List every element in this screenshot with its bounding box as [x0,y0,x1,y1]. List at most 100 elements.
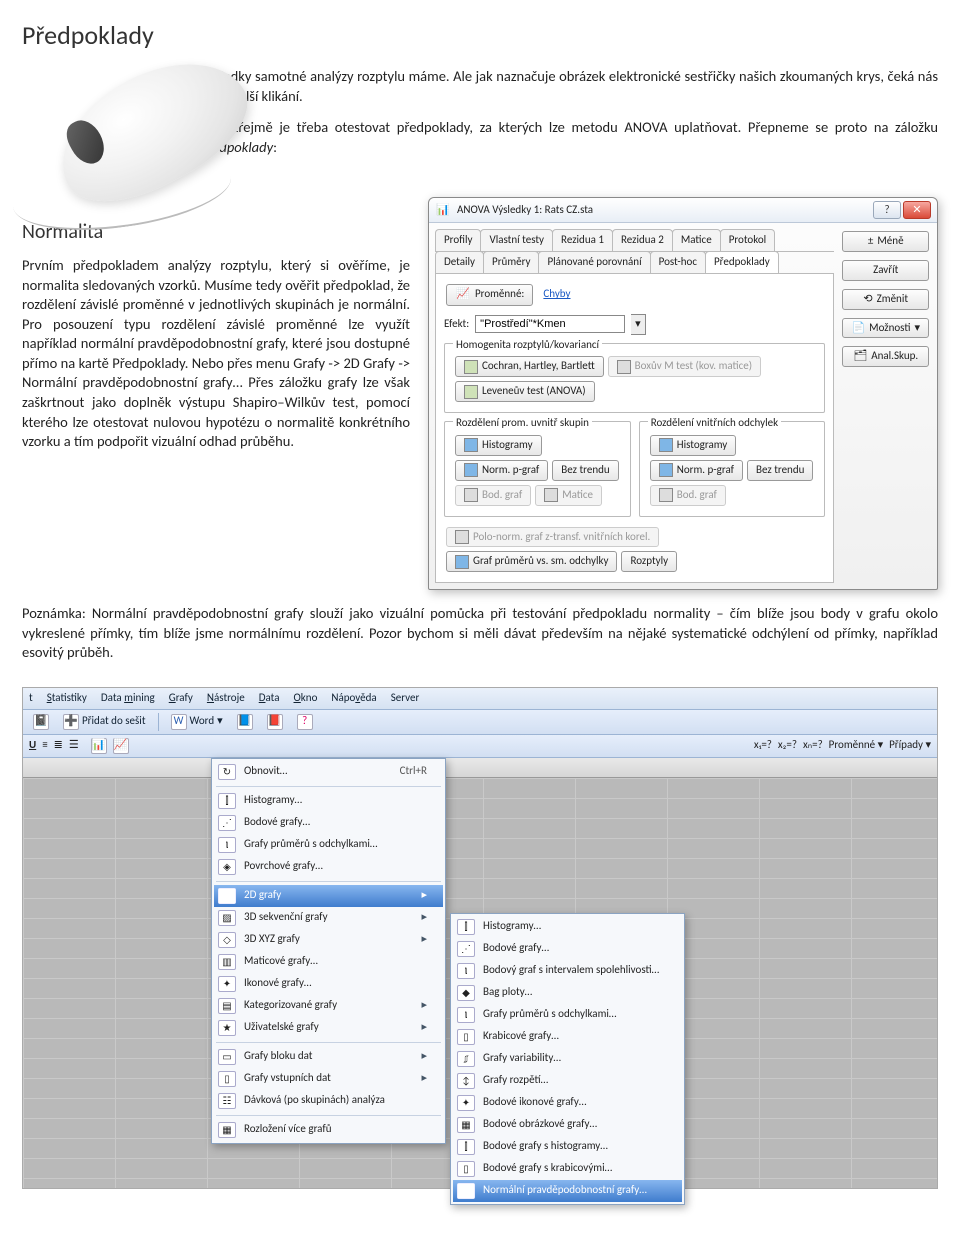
tool-chart1[interactable]: 📊 [91,738,107,754]
tool-x2[interactable]: x₂=? [778,738,797,753]
graf-prumeru-button[interactable]: Graf průměrů vs. sm. odchylky [446,551,617,572]
smi-histogramy[interactable]: ⫿Histogramy… [453,916,682,938]
tool-pripady[interactable]: Případy ▾ [889,738,931,753]
mi-bodove[interactable]: ⋰Bodové grafy… [214,812,443,834]
mi-maticove[interactable]: ▥Maticové grafy… [214,951,443,973]
mi-2d-grafy[interactable]: ▦2D grafy▸ [214,885,443,907]
smi-krabicove[interactable]: ▯Krabicové grafy… [453,1026,682,1048]
tab-vlastni-testy[interactable]: Vlastní testy [480,229,553,251]
tool-word[interactable]: WWord ▾ [167,713,227,731]
mi-prum-odch[interactable]: ⲒGrafy průměrů s odchylkami… [214,834,443,856]
tool-align1[interactable]: ≡ [42,738,47,753]
mi-vstup-dat[interactable]: ▯Grafy vstupních dat▸ [214,1068,443,1090]
menu-t[interactable]: t [29,691,33,706]
mi-3d-sekv[interactable]: ▨3D sekvenční grafy▸ [214,907,443,929]
histogramy-button-right[interactable]: Histogramy [650,435,737,456]
tab-rezidua1[interactable]: Rezidua 1 [552,229,613,251]
smi-bod-obraz[interactable]: ▦Bodové obrázkové grafy… [453,1114,682,1136]
menu-data[interactable]: Data [259,691,280,706]
analskup-button[interactable]: 🗂 Anal.Skup. [842,346,929,367]
beztrendu-button-left[interactable]: Bez trendu [552,460,618,481]
zavrit-button[interactable]: Zavřít [842,260,929,281]
tab-detaily[interactable]: Detaily [435,251,484,273]
tab-protokol[interactable]: Protokol [720,229,775,251]
menu-nastroje[interactable]: Nástroje [207,691,245,706]
efekt-label: Efekt: [444,317,469,332]
smi-variability[interactable]: ⎎Grafy variability… [453,1048,682,1070]
toolbar: 📓 ➕Přidat do sešit WWord ▾ 📘 📕 ? [23,710,937,735]
tab-rezidua2[interactable]: Rezidua 2 [612,229,673,251]
tab-matice[interactable]: Matice [672,229,721,251]
tool-xn[interactable]: xₙ=? [803,738,823,753]
smi-bagploty[interactable]: ◆Bag ploty… [453,982,682,1004]
tool-pridat[interactable]: ➕Přidat do sešit [59,713,150,731]
mi-davkova[interactable]: ☷Dávková (po skupinách) analýza [214,1090,443,1112]
mi-histogramy[interactable]: ⫿Histogramy… [214,790,443,812]
menu-okno[interactable]: Okno [294,691,318,706]
normpgraf-button-left[interactable]: Norm. p-graf [455,460,548,481]
tool-align2[interactable]: ≣ [54,738,63,753]
close-button[interactable]: ✕ [903,201,931,219]
app-icon: 📊 [435,202,451,218]
tab-posthoc[interactable]: Post-hoc [650,251,706,273]
mi-obnovit[interactable]: ↻Obnovit…Ctrl+R [214,761,443,783]
tab-predpoklady[interactable]: Předpoklady [705,251,779,273]
efekt-dropdown[interactable]: ▾ [631,314,646,335]
tool-align3[interactable]: ☰ [69,738,79,753]
tool-help[interactable]: ? [293,713,317,731]
rozptyly-button[interactable]: Rozptyly [621,551,677,572]
smi-bodovy-interval[interactable]: ⲒBodový graf s intervalem spolehlivosti… [453,960,682,982]
mi-povrch[interactable]: ◈Povrchové grafy… [214,856,443,878]
mi-uzivatel[interactable]: ★Uživatelské grafy▸ [214,1017,443,1039]
moznosti-button[interactable]: 📄 Možnosti ▾ [842,318,929,339]
boxm-button: Boxův M test (kov. matice) [608,356,761,377]
smi-bodove[interactable]: ⋰Bodové grafy… [453,938,682,960]
smi-bod-ikon[interactable]: ✦Bodové ikonové grafy… [453,1092,682,1114]
tab-prumery[interactable]: Průměry [483,251,539,273]
zmenit-button[interactable]: ⟲ Změnit [842,289,929,310]
menu-datamining[interactable]: Data mining [101,691,155,706]
menu-statistiky[interactable]: Statistiky [47,691,87,706]
smi-rozpeti[interactable]: ↕Grafy rozpětí… [453,1070,682,1092]
promenne-button[interactable]: 📈Proměnné: [446,284,533,306]
tab-planovane[interactable]: Plánované porovnání [538,251,650,273]
mene-button[interactable]: ± Méně [842,231,929,252]
tool-underline[interactable]: U [29,738,36,753]
efekt-input[interactable] [475,315,625,333]
tool-book2[interactable]: 📕 [263,713,287,731]
smi-bod-hist[interactable]: ⫿Bodové grafy s histogramy… [453,1136,682,1158]
tool-book1[interactable]: 📘 [233,713,257,731]
normpgraf-button-right[interactable]: Norm. p-graf [650,460,743,481]
intro-p1: Výsledky samotné analýzy rozptylu máme. … [200,67,938,106]
mouse-image [22,67,182,187]
mi-blok-dat[interactable]: ▭Grafy bloku dat▸ [214,1046,443,1068]
tool-chart2[interactable]: 📈 [113,738,129,754]
menu-server[interactable]: Server [391,691,420,706]
smi-bod-krab[interactable]: ▯Bodové grafy s krabicovými… [453,1158,682,1180]
tab-profily[interactable]: Profily [435,229,481,251]
intro-p2: Samozřejmě je třeba otestovat předpoklad… [200,118,938,157]
smi-normal-pravdep[interactable]: ╱Normální pravděpodobnostní grafy… [453,1180,682,1202]
note-label: Poznámka: [22,604,86,622]
tool-notebook[interactable]: 📓 [29,713,53,731]
levene-button[interactable]: Leveneův test (ANOVA) [455,381,595,402]
cochran-button[interactable]: Cochran, Hartley, Bartlett [455,356,604,377]
histogramy-button-left[interactable]: Histogramy [455,435,542,456]
mi-rozlozeni[interactable]: ▦Rozložení více grafů [214,1119,443,1141]
mi-kategoriz[interactable]: ▤Kategorizované grafy▸ [214,995,443,1017]
tool-promenne[interactable]: Proměnné ▾ [829,738,883,753]
note-text: Normální pravděpodobnostní grafy slouží … [22,604,938,661]
spreadsheet-header [23,758,937,778]
bodgraf-button-left: Bod. graf [455,485,531,506]
group-rozdeleni-odch: Rozdělení vnitřních odchylek [648,416,781,429]
smi-prum-odch[interactable]: ⲒGrafy průměrů s odchylkami… [453,1004,682,1026]
menu-napoveda[interactable]: Nápověda [331,691,376,706]
menu-grafy[interactable]: Grafy [169,691,193,706]
group-rozdeleni-prom: Rozdělení prom. uvnitř skupin [453,416,592,429]
mi-3d-xyz[interactable]: ◇3D XYZ grafy▸ [214,929,443,951]
tool-x1[interactable]: x₁=? [754,738,772,753]
promenne-value[interactable]: Chyby [543,287,570,302]
beztrendu-button-right[interactable]: Bez trendu [747,460,813,481]
mi-ikonove[interactable]: ✦Ikonové grafy… [214,973,443,995]
help-button[interactable]: ? [873,201,901,219]
